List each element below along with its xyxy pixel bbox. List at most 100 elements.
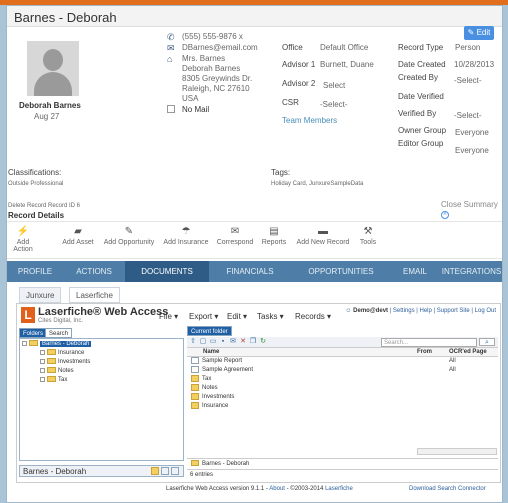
laserfiche-subtitle: Cites Digital, Inc. [38,318,84,324]
address-line-5: USA [182,94,199,103]
search-icon[interactable]: ⌕ [479,338,495,346]
delete-icon[interactable]: ✕ [239,338,247,346]
verified-by-value[interactable]: -Select- [454,111,482,120]
no-mail-label: No Mail [182,105,210,114]
col-from[interactable]: From [417,349,432,355]
menu-edit[interactable]: Edit ▾ [227,312,247,321]
view-icon[interactable] [151,467,159,475]
folder-icon [191,460,199,467]
download-connector-link[interactable]: Download Search Connector [409,486,486,492]
table-row[interactable]: Sample Report All [187,357,498,366]
entry-count: 6 entries [187,469,498,479]
reports-button[interactable]: ▤ Reports [260,226,288,246]
add-new-record-button[interactable]: ▬ Add New Record [294,226,352,246]
menu-file[interactable]: File ▾ [159,312,178,321]
user-name[interactable]: Demo@devt [353,308,388,314]
tab-documents[interactable]: DOCUMENTS [125,261,209,282]
table-row[interactable]: Tax [187,375,498,384]
editor-group-label: Editor Group [398,139,444,148]
profile-name: Deborah Barnes [19,101,81,110]
add-action-button[interactable]: ⚡ Add Action [7,226,39,253]
advisor1-value[interactable]: Burnett, Duane [320,60,374,69]
owner-group-label: Owner Group [398,126,447,135]
email-text[interactable]: DBarnes@email.com [182,43,258,53]
menu-export[interactable]: Export ▾ [189,312,218,321]
add-insurance-button[interactable]: ☂ Add Insurance [161,226,211,246]
created-by-label: Created By [398,73,439,82]
laserfiche-link[interactable]: Laserfiche [325,486,353,492]
add-opportunity-button[interactable]: ✎ Add Opportunity [101,226,157,246]
classifications-label: Classifications: [8,168,62,177]
account-links[interactable]: | Settings | Help | Support Site | Log O… [390,308,496,314]
grid-icon[interactable] [161,467,169,475]
tags-value: Holiday Card, JunxureSampleData [271,181,364,187]
tab-financials[interactable]: FINANCIALS [209,261,291,282]
laserfiche-logo: L [21,307,35,323]
folder-tree-panel: Barnes - Deborah Insurance Investments N… [19,338,184,461]
table-row[interactable]: Insurance [187,402,498,411]
opportunity-icon: ✎ [124,226,134,237]
subtab-laserfiche[interactable]: Laserfiche [69,287,120,303]
copy-icon[interactable]: ❐ [249,338,257,346]
report-icon: ▤ [269,226,279,237]
new-document-icon[interactable]: ▢ [199,338,207,346]
csr-value[interactable]: -Select- [320,100,348,109]
bottom-name: Barnes - Deborah [23,467,87,476]
phone-text[interactable]: (555) 555-9876 x [182,32,243,42]
menu-records[interactable]: Records ▾ [295,312,331,321]
editor-group-value[interactable]: Everyone [455,146,489,155]
tab-opportunities[interactable]: OPPORTUNITIES [291,261,391,282]
tab-search[interactable]: Search [45,328,73,338]
table-row[interactable]: Notes [187,384,498,393]
address-line-2: Deborah Barnes [182,64,241,73]
save-icon[interactable]: ▪ [219,338,227,346]
tools-button[interactable]: ⚒ Tools [357,226,379,246]
new-folder-icon[interactable]: ▭ [209,338,217,346]
table-row[interactable]: Sample Agreement All [187,366,498,375]
edit-button[interactable]: ✎ Edit [464,26,494,40]
breadcrumb: Barnes - Deborah [187,458,498,468]
add-asset-button[interactable]: ▰ Add Asset [61,226,95,246]
tab-current-folder[interactable]: Current folder [187,326,232,336]
about-link[interactable]: About [269,486,285,492]
no-mail-checkbox[interactable] [167,105,175,113]
advisor2-value[interactable]: Select [323,81,345,90]
tree-node-insurance[interactable]: Insurance [40,349,84,358]
table-row[interactable]: Investments [187,393,498,402]
owner-group-value[interactable]: Everyone [455,128,489,137]
tab-integrations[interactable]: INTEGRATIONS [439,261,502,282]
email-doc-icon[interactable]: ✉ [229,338,237,346]
address-line-3: 8305 Greywinds Dr. [182,74,253,83]
tree-node-tax[interactable]: Tax [40,376,67,385]
email-icon: ✉ [167,43,175,53]
list-icon[interactable] [171,467,179,475]
folder-icon [191,384,199,391]
horizontal-scrollbar[interactable] [417,448,497,455]
classifications-value: Outside Professional [8,181,64,187]
col-name[interactable]: Name [203,349,219,355]
subtab-junxure[interactable]: Junxure [19,287,62,303]
upload-icon[interactable]: ⇧ [189,338,197,346]
delete-record-link[interactable]: Delete Record [8,203,46,209]
close-summary-button[interactable]: Close Summary ˄ [441,200,502,219]
tree-node-investments[interactable]: Investments [40,358,90,367]
edit-label: Edit [476,28,491,37]
correspond-button[interactable]: ✉ Correspond [216,226,254,246]
office-value[interactable]: Default Office [320,43,368,52]
tree-node-notes[interactable]: Notes [40,367,74,376]
tab-email[interactable]: EMAIL [391,261,439,282]
team-members-link[interactable]: Team Members [282,116,337,125]
tree-node-root[interactable]: Barnes - Deborah [22,340,92,349]
document-icon [191,366,199,373]
menu-tasks[interactable]: Tasks ▾ [257,312,284,321]
refresh-icon[interactable]: ↻ [259,338,267,346]
created-by-value[interactable]: -Select- [454,76,482,85]
tab-folders[interactable]: Folders [19,328,48,338]
search-input[interactable]: Search... [381,338,477,347]
integration-subtabs: Junxure Laserfiche [7,285,502,303]
tab-profile[interactable]: PROFILE [7,261,63,282]
record-type-label: Record Type [398,43,444,52]
tab-actions[interactable]: ACTIONS [63,261,125,282]
col-ocr[interactable]: OCR'ed Page [449,349,487,355]
user-links: ☺ Demo@devt | Settings | Help | Support … [345,308,496,314]
